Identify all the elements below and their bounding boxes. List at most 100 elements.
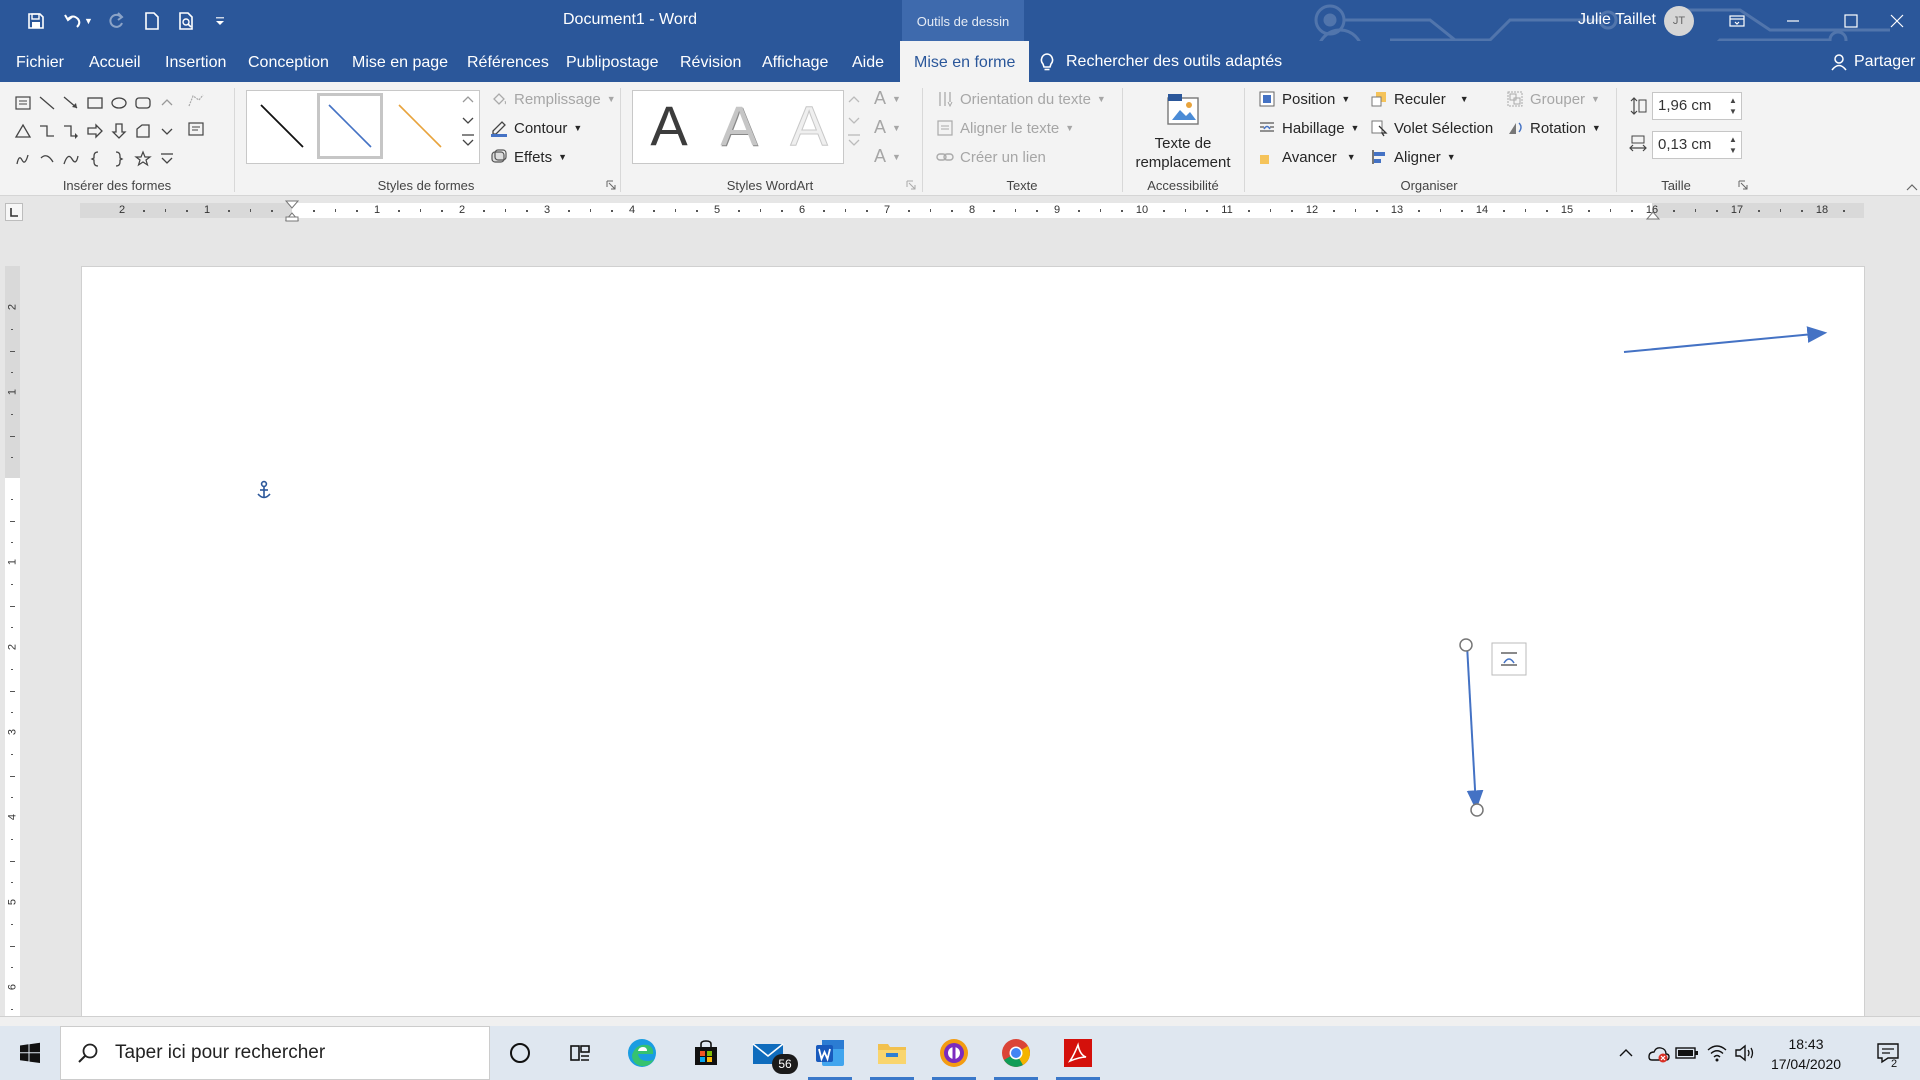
share-button[interactable]: Partager (1830, 41, 1915, 82)
tab-mailings[interactable]: Publipostage (566, 41, 659, 82)
triangle-shape-icon[interactable] (12, 120, 34, 142)
acrobat-icon[interactable] (1048, 1026, 1108, 1080)
create-link-button[interactable]: Créer un lien (936, 148, 1046, 166)
document-page[interactable] (81, 266, 1865, 1026)
wifi-icon[interactable] (1704, 1026, 1730, 1080)
right-brace-shape-icon[interactable] (108, 148, 130, 170)
wordart-scroll[interactable] (844, 92, 864, 150)
user-name[interactable]: Julie Taillet (1578, 11, 1656, 29)
tab-shape-format[interactable]: Mise en forme (900, 41, 1030, 82)
shape-style-black-line[interactable] (249, 93, 315, 159)
left-brace-shape-icon[interactable] (84, 148, 106, 170)
arrow-shape-down-selected[interactable] (1459, 638, 1484, 817)
shape-outline-button[interactable]: Contour ▼ (490, 119, 582, 137)
cortana-icon[interactable] (490, 1026, 550, 1080)
selection-handle-start[interactable] (1459, 638, 1473, 652)
right-indent-marker-icon[interactable] (1646, 206, 1660, 220)
rotate-button[interactable]: Rotation ▼ (1506, 119, 1601, 137)
store-icon[interactable] (676, 1026, 736, 1080)
freeform-shape-icon[interactable] (132, 120, 154, 142)
edit-shape-icon[interactable] (185, 90, 207, 112)
spin-up-icon[interactable]: ▲ (1729, 135, 1737, 144)
shape-fill-button[interactable]: Remplissage ▼ (490, 90, 616, 108)
clock[interactable]: 18:43 17/04/2020 (1756, 1034, 1856, 1074)
arrow-line-shape-icon[interactable] (60, 92, 82, 114)
group-button[interactable]: Grouper ▼ (1506, 90, 1600, 108)
scribble-shape-icon[interactable] (12, 148, 34, 170)
text-effects-button[interactable]: A ▼ (874, 146, 901, 167)
chevron-down-icon[interactable] (460, 112, 476, 128)
curve-shape-icon[interactable] (60, 148, 82, 170)
selection-handle-end[interactable] (1470, 803, 1484, 817)
tab-layout[interactable]: Mise en page (352, 41, 448, 82)
wrap-text-button[interactable]: Habillage ▼ (1258, 119, 1359, 137)
horizontal-ruler[interactable]: 2 1 1 2 3 4 5 6 7 8 9 10 11 12 13 14 15 16 17 18 (80, 200, 1864, 222)
maximize-icon[interactable] (1828, 0, 1874, 41)
wordart-style-dark[interactable]: A (637, 93, 701, 157)
tab-design[interactable]: Conception (248, 41, 329, 82)
minimize-icon[interactable] (1770, 0, 1816, 41)
chevron-up-icon[interactable] (460, 92, 476, 108)
chevron-up-icon[interactable] (846, 92, 862, 108)
tab-home[interactable]: Accueil (89, 41, 141, 82)
vertical-ruler[interactable]: 2 1 1 2 3 4 5 6 (5, 266, 20, 1020)
word-app-icon[interactable] (800, 1026, 860, 1080)
tab-file[interactable]: Fichier (16, 41, 64, 82)
battery-icon[interactable] (1674, 1026, 1700, 1080)
spin-up-icon[interactable]: ▲ (1729, 96, 1737, 105)
taskbar-search[interactable]: Taper ici pour rechercher (60, 1026, 490, 1080)
avatar[interactable]: JT (1664, 6, 1694, 36)
wordart-style-light[interactable]: A (777, 93, 841, 158)
tab-help[interactable]: Aide (852, 41, 884, 82)
line-shape-icon[interactable] (36, 92, 58, 114)
align-button[interactable]: Aligner ▼ (1370, 148, 1456, 166)
rectangle-shape-icon[interactable] (84, 92, 106, 114)
draw-text-box-icon[interactable] (185, 118, 207, 140)
tab-insert[interactable]: Insertion (165, 41, 226, 82)
vpn-app-icon[interactable] (924, 1026, 984, 1080)
shape-styles-launcher-icon[interactable] (606, 180, 616, 190)
indent-marker-icon[interactable] (285, 200, 299, 222)
chevron-down-icon[interactable] (846, 112, 862, 128)
ribbon-display-options-icon[interactable] (1714, 0, 1760, 41)
shape-height-input[interactable]: 1,96 cm ▲ ▼ (1652, 92, 1742, 120)
onedrive-error-icon[interactable] (1644, 1026, 1672, 1080)
alt-text-button[interactable]: Texte de remplacement (1124, 88, 1242, 174)
shape-styles-scroll[interactable] (458, 92, 478, 150)
tab-references[interactable]: Références (467, 41, 549, 82)
show-hidden-icons[interactable] (1614, 1026, 1638, 1080)
right-arrow-shape-icon[interactable] (84, 120, 106, 142)
shape-width-input[interactable]: 0,13 cm ▲ ▼ (1652, 131, 1742, 159)
spin-down-icon[interactable]: ▼ (1729, 107, 1737, 116)
shape-style-blue-line[interactable] (317, 93, 383, 159)
wordart-style-gray[interactable]: A (707, 93, 771, 157)
text-outline-button[interactable]: A ▼ (874, 117, 901, 138)
more-styles-icon[interactable] (460, 132, 476, 150)
layout-options-icon[interactable] (1491, 642, 1527, 676)
text-direction-button[interactable]: Orientation du texte ▼ (936, 90, 1106, 108)
text-fill-button[interactable]: A ▼ (874, 88, 901, 109)
rounded-rectangle-shape-icon[interactable] (132, 92, 154, 114)
shape-style-orange-line[interactable] (387, 93, 453, 159)
edge-browser-icon[interactable] (612, 1026, 672, 1080)
volume-icon[interactable] (1732, 1026, 1758, 1080)
gallery-scroll-up-icon[interactable] (156, 92, 178, 114)
spin-down-icon[interactable]: ▼ (1729, 146, 1737, 155)
star-shape-icon[interactable] (132, 148, 154, 170)
text-box-icon[interactable] (12, 92, 34, 114)
send-backward-button[interactable]: Reculer ▼ (1370, 90, 1469, 108)
down-arrow-shape-icon[interactable] (108, 120, 130, 142)
close-icon[interactable] (1874, 0, 1920, 41)
tell-me-search[interactable]: Rechercher des outils adaptés (1038, 41, 1282, 82)
selection-pane-button[interactable]: Volet Sélection (1370, 119, 1493, 137)
file-explorer-icon[interactable] (862, 1026, 922, 1080)
start-button[interactable] (0, 1026, 60, 1080)
chrome-icon[interactable] (986, 1026, 1046, 1080)
oval-shape-icon[interactable] (108, 92, 130, 114)
shape-effects-button[interactable]: Effets ▼ (490, 148, 567, 166)
tab-view[interactable]: Affichage (762, 41, 828, 82)
more-styles-icon[interactable] (846, 132, 862, 150)
size-launcher-icon[interactable] (1738, 180, 1748, 190)
tab-review[interactable]: Révision (680, 41, 741, 82)
gallery-more-icon[interactable] (156, 148, 178, 170)
